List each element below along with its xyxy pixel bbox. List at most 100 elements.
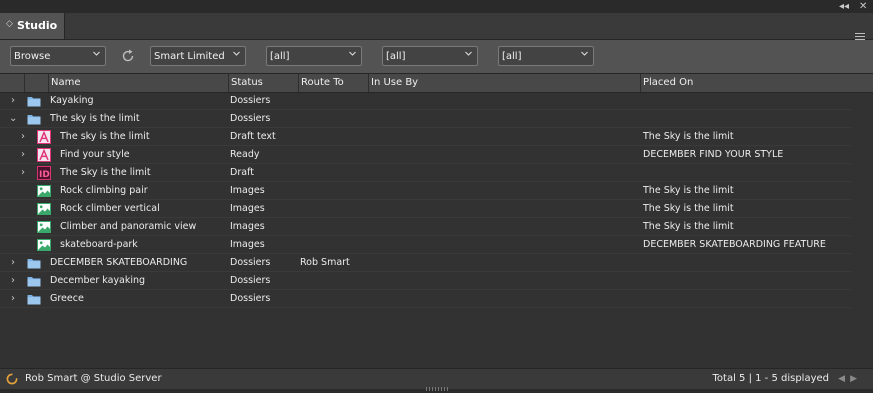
filter-dropdown-3[interactable]: [all] [498,46,594,66]
row-placed-on: The Sky is the limit [643,203,734,214]
image-icon [37,202,51,216]
filter-dropdown-1-value: [all] [270,51,290,62]
filter-dropdown-2-value: [all] [386,51,406,62]
table-header: Name Status Route To In Use By Placed On [0,73,873,93]
row-status: Images [230,203,265,214]
expand-row-icon[interactable]: › [9,272,17,290]
folder-icon [27,292,41,306]
tab-label: Studio [17,19,58,32]
row-name: December kayaking [50,275,146,286]
table-row[interactable]: ⌄ The sky is the limit Dossiers [0,110,851,128]
next-page-icon[interactable]: ▶ [850,374,857,384]
row-status: Dossiers [230,275,271,286]
row-status: Dossiers [230,257,271,268]
row-name: The Sky is the limit [60,167,151,178]
row-status: Dossiers [230,95,271,106]
chevron-down-icon [349,51,356,56]
chevron-down-icon [581,51,588,56]
expand-row-icon[interactable]: › [19,128,27,146]
row-status: Images [230,221,265,232]
row-status: Dossiers [230,293,271,304]
chevron-down-icon [93,51,100,56]
row-name: Greece [50,293,84,304]
row-name: Find your style [60,149,130,160]
connection-status-icon [6,373,18,385]
row-name: Kayaking [50,95,94,106]
expand-row-icon[interactable]: › [9,92,17,110]
chevron-down-icon [465,51,472,56]
expand-row-icon [19,182,27,200]
incopy-icon [37,130,51,144]
image-icon [37,184,51,198]
tab-chevron-icon: ◇ [6,19,13,29]
collapse-row-icon[interactable]: ⌄ [9,110,17,128]
row-status: Draft [230,167,254,178]
row-name: DECEMBER SKATEBOARDING [50,257,188,268]
column-header-placed-on[interactable]: Placed On [640,74,851,92]
row-placed-on: DECEMBER SKATEBOARDING FEATURE [643,239,826,250]
image-icon [37,238,51,252]
row-status: Images [230,185,265,196]
table-row[interactable]: › Greece Dossiers [0,290,851,308]
indesign-icon: ID [37,166,51,180]
table-row[interactable]: Rock climber vertical Images The Sky is th… [0,200,851,218]
query-dropdown[interactable]: Smart Limited [150,46,246,66]
row-placed-on: DECEMBER FIND YOUR STYLE [643,149,784,160]
status-bar: Rob Smart @ Studio Server Total 5 | 1 - … [0,368,873,389]
browse-dropdown[interactable]: Browse [10,46,106,66]
row-placed-on: The Sky is the limit [643,185,734,196]
table-row[interactable]: Climber and panoramic view Images The Sky … [0,218,851,236]
filter-dropdown-1[interactable]: [all] [266,46,362,66]
table-row[interactable]: › ID The Sky is the limit Draft [0,164,851,182]
expand-row-icon[interactable]: › [9,254,17,272]
tab-studio[interactable]: ◇ Studio [0,13,65,39]
row-route-to: Rob Smart [300,257,350,268]
header-expander-column [0,74,24,92]
column-header-in-use-by[interactable]: In Use By [368,74,640,92]
row-name: Rock climbing pair [60,185,148,196]
row-name: skateboard-park [60,239,138,250]
chevron-down-icon [233,51,240,56]
resize-grip[interactable] [426,387,448,391]
table-row[interactable]: › DECEMBER SKATEBOARDING Dossiers Rob Smart [0,254,851,272]
expand-row-icon [19,218,27,236]
folder-icon [27,256,41,270]
column-header-route-to[interactable]: Route To [298,74,368,92]
table-row[interactable]: Rock climbing pair Images The Sky is the l… [0,182,851,200]
query-dropdown-value: Smart Limited [154,51,225,62]
table-row[interactable]: › The sky is the limit Draft text The Sky i… [0,128,851,146]
row-name: The sky is the limit [50,113,140,124]
window-top-strip: ◂◂ ✕ [0,0,873,13]
row-status: Images [230,239,265,250]
folder-icon [27,274,41,288]
results-count: Total 5 | 1 - 5 displayed [712,373,830,384]
expand-row-icon [19,200,27,218]
svg-text:ID: ID [39,170,50,180]
incopy-icon [37,148,51,162]
previous-page-icon[interactable]: ◀ [838,374,845,384]
expand-row-icon[interactable]: › [19,164,27,182]
collapse-panel-icon[interactable]: ◂◂ [839,0,849,13]
expand-row-icon [19,236,27,254]
expand-row-icon[interactable]: › [19,146,27,164]
image-icon [37,220,51,234]
row-name: Rock climber vertical [60,203,160,214]
folder-icon [27,112,41,126]
table-row[interactable]: › Kayaking Dossiers [0,92,851,110]
panel-tab-bar: ◇ Studio [0,13,873,40]
column-header-status[interactable]: Status [228,74,298,92]
folder-icon [27,94,41,108]
browse-dropdown-value: Browse [14,51,51,62]
table-row[interactable]: › Find your style Ready DECEMBER FIND YOUR … [0,146,851,164]
close-panel-icon[interactable]: ✕ [859,0,867,13]
row-status: Draft text [230,131,276,142]
column-header-name[interactable]: Name [48,74,228,92]
refresh-icon[interactable] [121,49,135,63]
table-row[interactable]: › December kayaking Dossiers [0,272,851,290]
filter-dropdown-3-value: [all] [502,51,522,62]
table-row[interactable]: skateboard-park Images DECEMBER SKATEBOARD… [0,236,851,254]
filter-dropdown-2[interactable]: [all] [382,46,478,66]
row-status: Ready [230,149,260,160]
expand-row-icon[interactable]: › [9,290,17,308]
header-icon-column [24,74,48,92]
